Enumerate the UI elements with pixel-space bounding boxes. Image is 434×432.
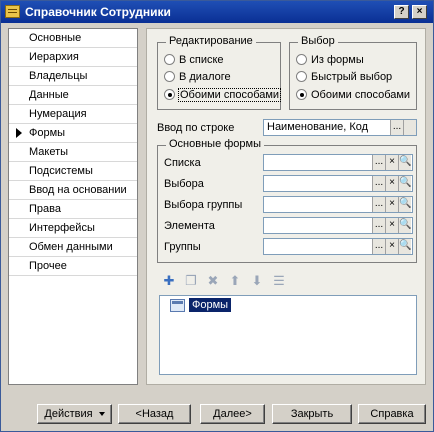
sidebar-item-vvod-na-osnovanii[interactable]: Ввод на основании [9,181,137,200]
radio-editing-in-list[interactable]: В списке [164,53,224,68]
sidebar-item-podsistemy[interactable]: Подсистемы [9,162,137,181]
sidebar-item-osnovnye[interactable]: Основные [9,29,137,48]
radio-editing-in-dialog[interactable]: В диалоге [164,70,231,85]
sidebar-item-prava[interactable]: Права [9,200,137,219]
input-by-string-value: Наименование, Код [267,121,369,133]
chevron-down-icon [98,412,105,416]
forms-tree[interactable]: Формы [159,295,417,375]
radio-circle [296,71,307,82]
form-group-choice-field[interactable]: ... × 🔍 [263,196,413,213]
select-button[interactable]: ... [372,155,385,170]
move-up-icon[interactable]: ⬆ [227,273,243,289]
radio-circle-selected [296,89,307,100]
radio-choice-quick[interactable]: Быстрый выбор [296,70,392,85]
open-search-icon[interactable]: 🔍 [398,155,411,170]
open-search-icon[interactable]: 🔍 [398,239,411,254]
input-by-string-label: Ввод по строке [157,122,235,134]
input-by-string-dropdown-button[interactable] [403,120,416,135]
sidebar-item-makety[interactable]: Макеты [9,143,137,162]
sidebar-item-dannye[interactable]: Данные [9,86,137,105]
clear-icon[interactable]: × [385,218,398,233]
back-button[interactable]: <Назад [118,404,191,424]
sidebar-item-numeratsiya[interactable]: Нумерация [9,105,137,124]
form-element-field[interactable]: ... × 🔍 [263,217,413,234]
radio-editing-both[interactable]: Обоими способами [164,88,282,103]
form-group-choice-label: Выбора группы [164,199,243,211]
form-group-field[interactable]: ... × 🔍 [263,238,413,255]
select-button[interactable]: ... [372,197,385,212]
title-bar: Справочник Сотрудники ? × [1,1,433,23]
tree-node-label: Формы [189,298,232,312]
forms-panel: Редактирование В списке В диалоге Обоими… [146,28,426,385]
editing-group: Редактирование В списке В диалоге Обоими… [157,35,282,110]
form-element-label: Элемента [164,220,215,232]
open-search-icon[interactable]: 🔍 [398,176,411,191]
main-forms-legend: Основные формы [166,138,265,150]
clear-icon[interactable]: × [385,239,398,254]
window-title: Справочник Сотрудники [25,5,171,19]
form-choice-label: Выбора [164,178,204,190]
radio-circle [164,54,175,65]
form-list-field[interactable]: ... × 🔍 [263,154,413,171]
sidebar-item-obmen-dannymi[interactable]: Обмен данными [9,238,137,257]
form-list-label: Списка [164,157,201,169]
clear-icon[interactable]: × [385,176,398,191]
open-search-icon[interactable]: 🔍 [398,218,411,233]
sort-icon[interactable]: ☰ [271,273,287,289]
help-button[interactable]: Справка [358,404,426,424]
radio-circle [164,71,175,82]
form-choice-field[interactable]: ... × 🔍 [263,175,413,192]
configuration-window: Справочник Сотрудники ? × Основные Иерар… [0,0,434,432]
move-down-icon[interactable]: ⬇ [249,273,265,289]
select-button[interactable]: ... [372,176,385,191]
close-window-button[interactable]: × [412,5,427,19]
choice-legend: Выбор [298,35,338,47]
sidebar-item-interfeysy[interactable]: Интерфейсы [9,219,137,238]
copy-icon[interactable]: ❐ [183,273,199,289]
forms-folder-icon [170,299,185,312]
sidebar-item-prochee[interactable]: Прочее [9,257,137,276]
editing-legend: Редактирование [166,35,256,47]
clear-icon[interactable]: × [385,197,398,212]
radio-choice-from-form[interactable]: Из формы [296,53,364,68]
select-button[interactable]: ... [372,218,385,233]
main-forms-group: Основные формы Списка ... × 🔍 Выбора ...… [157,138,417,263]
input-by-string-select-button[interactable]: ... [390,120,403,135]
choice-group: Выбор Из формы Быстрый выбор Обоими спос… [289,35,417,110]
catalog-icon [5,5,20,18]
sidebar-item-formy[interactable]: Формы [9,124,137,143]
sidebar-item-vladeltsy[interactable]: Владельцы [9,67,137,86]
input-by-string-field[interactable]: Наименование, Код ... [263,119,417,136]
sidebar-item-ierarkhiya[interactable]: Иерархия [9,48,137,67]
actions-button[interactable]: Действия [37,404,112,424]
add-form-icon[interactable]: ✚ [161,273,177,289]
radio-choice-both[interactable]: Обоими способами [296,88,410,103]
help-title-button[interactable]: ? [394,5,409,19]
form-group-label: Группы [164,241,201,253]
clear-icon[interactable]: × [385,155,398,170]
close-button[interactable]: Закрыть [272,404,352,424]
current-item-arrow-icon [16,128,22,138]
delete-icon[interactable]: ✖ [205,273,221,289]
sidebar: Основные Иерархия Владельцы Данные Нумер… [8,28,138,385]
radio-circle [296,54,307,65]
radio-circle-selected [164,89,175,100]
open-search-icon[interactable]: 🔍 [398,197,411,212]
select-button[interactable]: ... [372,239,385,254]
next-button[interactable]: Далее> [200,404,265,424]
